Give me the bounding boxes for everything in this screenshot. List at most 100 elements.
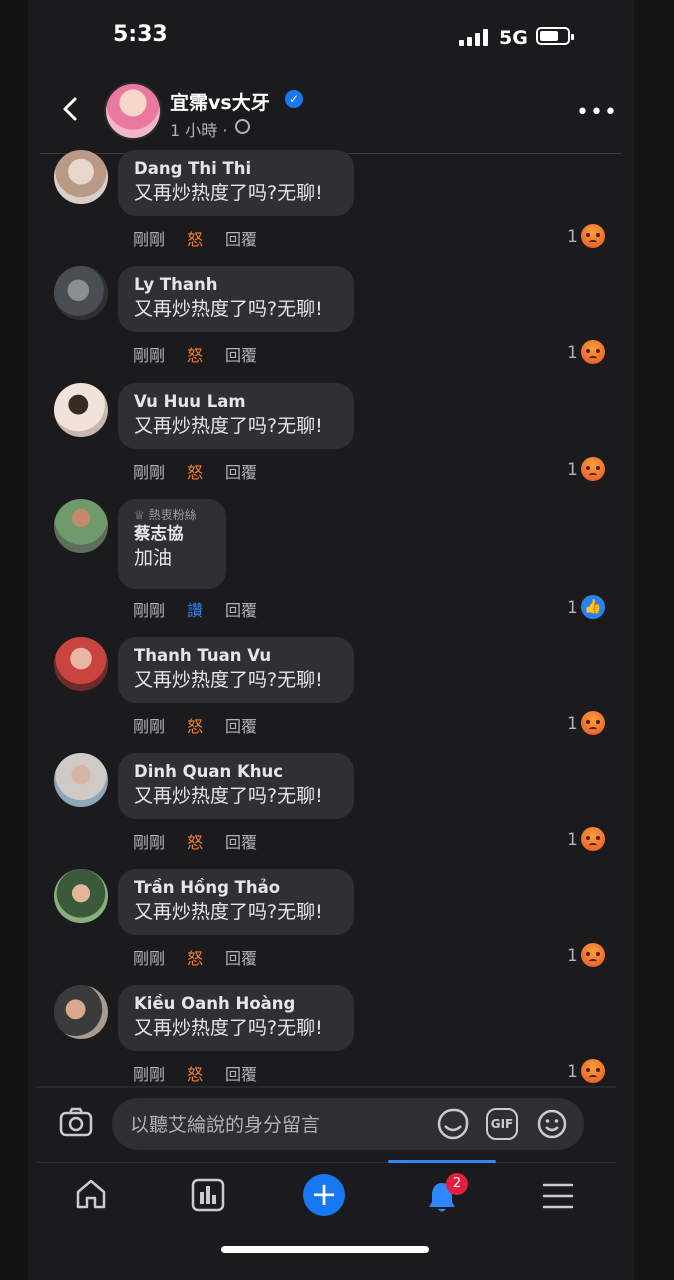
angry-reaction-icon — [581, 340, 605, 364]
reaction-button[interactable]: 怒 — [187, 717, 203, 736]
avatar[interactable] — [54, 499, 108, 553]
reaction-button[interactable]: 怒 — [187, 230, 203, 249]
comment-actions: 剛剛 怒 回覆 — [133, 226, 279, 250]
more-icon[interactable]: ••• — [576, 100, 618, 125]
gif-icon[interactable]: GIF — [486, 1108, 518, 1140]
reply-button[interactable]: 回覆 — [225, 717, 257, 736]
comment-time: 剛剛 — [133, 463, 166, 482]
comment-actions: 剛剛 怒 回覆 — [133, 459, 279, 483]
comment-text: 又再炒热度了吗?无聊! — [134, 785, 323, 807]
comment-author[interactable]: 蔡志協 — [134, 523, 210, 545]
reply-button[interactable]: 回覆 — [225, 230, 257, 249]
comment-item: Dinh Quan Khuc 又再炒热度了吗?无聊! 剛剛 怒 回覆 1 — [0, 753, 674, 865]
reaction-count: 1 — [567, 714, 578, 734]
comment-text: 加油 — [134, 547, 173, 569]
comment-bubble[interactable]: Vu Huu Lam 又再炒热度了吗?无聊! — [118, 383, 354, 449]
comment-actions: 剛剛 讚 回覆 — [133, 597, 279, 621]
avatar[interactable] — [54, 753, 108, 807]
comment-bubble[interactable]: Dang Thi Thi 又再炒热度了吗?无聊! — [118, 150, 354, 216]
avatar[interactable] — [54, 637, 108, 691]
reply-button[interactable]: 回覆 — [225, 346, 257, 365]
comment-time: 剛剛 — [133, 949, 166, 968]
angry-reaction-icon — [581, 1059, 605, 1083]
comment-actions: 剛剛 怒 回覆 — [133, 342, 279, 366]
comment-item: Ly Thanh 又再炒热度了吗?无聊! 剛剛 怒 回覆 1 — [0, 266, 674, 378]
reaction-button[interactable]: 怒 — [187, 346, 203, 365]
menu-icon[interactable] — [542, 1182, 574, 1210]
avatar[interactable] — [54, 266, 108, 320]
comment-bubble[interactable]: Kiều Oanh Hoàng 又再炒热度了吗?无聊! — [118, 985, 354, 1051]
comment-time: 剛剛 — [133, 1065, 166, 1084]
reaction-count: 1 — [567, 598, 578, 618]
reaction-count: 1 — [567, 460, 578, 480]
signal-icon — [459, 28, 491, 46]
avatar[interactable] — [54, 869, 108, 923]
sticker-icon[interactable] — [436, 1107, 470, 1141]
fan-badge-label: 熱衷粉絲 — [148, 508, 197, 522]
comment-text: 又再炒热度了吗?无聊! — [134, 669, 323, 691]
page-name[interactable]: 宜霈vs大牙 — [170, 88, 270, 115]
status-time: 5:33 — [113, 22, 168, 47]
comment-item: Thanh Tuan Vu 又再炒热度了吗?无聊! 剛剛 怒 回覆 1 — [0, 637, 674, 749]
comment-bubble[interactable]: Trần Hồng Thảo 又再炒热度了吗?无聊! — [118, 869, 354, 935]
comment-author[interactable]: Trần Hồng Thảo — [134, 877, 338, 899]
globe-icon — [235, 119, 250, 134]
comment-time: 剛剛 — [133, 601, 166, 620]
home-icon[interactable] — [74, 1178, 108, 1210]
comment-author[interactable]: Dang Thi Thi — [134, 158, 338, 180]
comment-text: 又再炒热度了吗?无聊! — [134, 182, 323, 204]
reply-button[interactable]: 回覆 — [225, 463, 257, 482]
reply-button[interactable]: 回覆 — [225, 1065, 257, 1084]
reaction-button[interactable]: 讚 — [187, 601, 203, 620]
network-label: 5G — [499, 27, 528, 49]
avatar[interactable] — [54, 985, 108, 1039]
comment-text: 又再炒热度了吗?无聊! — [134, 415, 323, 437]
angry-reaction-icon — [581, 457, 605, 481]
comment-bubble[interactable]: Thanh Tuan Vu 又再炒热度了吗?无聊! — [118, 637, 354, 703]
avatar[interactable] — [54, 150, 108, 204]
create-icon[interactable]: + — [303, 1174, 345, 1216]
comment-author[interactable]: Vu Huu Lam — [134, 391, 338, 413]
reply-button[interactable]: 回覆 — [225, 601, 257, 620]
comment-actions: 剛剛 怒 回覆 — [133, 945, 279, 969]
emoji-icon[interactable] — [536, 1108, 568, 1140]
back-icon[interactable] — [60, 96, 82, 122]
camera-icon[interactable] — [59, 1107, 93, 1137]
comment-item: Vu Huu Lam 又再炒热度了吗?无聊! 剛剛 怒 回覆 1 — [0, 383, 674, 495]
comment-author[interactable]: Ly Thanh — [134, 274, 338, 296]
comment-author[interactable]: Thanh Tuan Vu — [134, 645, 338, 667]
app-screen: 5:33 5G 宜霈vs大牙 ✓ 1 小時 · ••• Dang Thi Thi… — [0, 0, 674, 1280]
angry-reaction-icon — [581, 711, 605, 735]
notification-badge: 2 — [446, 1173, 468, 1195]
comment-bubble[interactable]: Dinh Quan Khuc 又再炒热度了吗?无聊! — [118, 753, 354, 819]
nav-divider — [36, 1162, 616, 1163]
reaction-count: 1 — [567, 227, 578, 247]
dashboard-icon[interactable] — [191, 1178, 225, 1212]
comment-bubble[interactable]: Ly Thanh 又再炒热度了吗?无聊! — [118, 266, 354, 332]
reaction-button[interactable]: 怒 — [187, 1065, 203, 1084]
reply-button[interactable]: 回覆 — [225, 949, 257, 968]
verified-icon: ✓ — [285, 90, 303, 108]
reaction-count: 1 — [567, 1062, 578, 1082]
reaction-button[interactable]: 怒 — [187, 949, 203, 968]
like-reaction-icon: 👍 — [581, 595, 605, 619]
comment-author[interactable]: Kiều Oanh Hoàng — [134, 993, 338, 1015]
battery-icon — [536, 27, 574, 45]
avatar[interactable] — [54, 383, 108, 437]
reaction-count: 1 — [567, 343, 578, 363]
comment-time: 剛剛 — [133, 717, 166, 736]
reaction-button[interactable]: 怒 — [187, 463, 203, 482]
comment-bubble[interactable]: ♕ 熱衷粉絲 蔡志協 加油 — [118, 499, 226, 589]
angry-reaction-icon — [581, 943, 605, 967]
reaction-button[interactable]: 怒 — [187, 833, 203, 852]
fan-badge: ♕ 熱衷粉絲 — [134, 508, 197, 522]
page-avatar[interactable] — [104, 82, 162, 140]
reply-button[interactable]: 回覆 — [225, 833, 257, 852]
reaction-count: 1 — [567, 946, 578, 966]
comment-author[interactable]: Dinh Quan Khuc — [134, 761, 338, 783]
comment-text: 又再炒热度了吗?无聊! — [134, 298, 323, 320]
comment-actions: 剛剛 怒 回覆 — [133, 829, 279, 853]
comment-text: 又再炒热度了吗?无聊! — [134, 901, 323, 923]
nav-active-indicator — [388, 1160, 496, 1163]
angry-reaction-icon — [581, 224, 605, 248]
